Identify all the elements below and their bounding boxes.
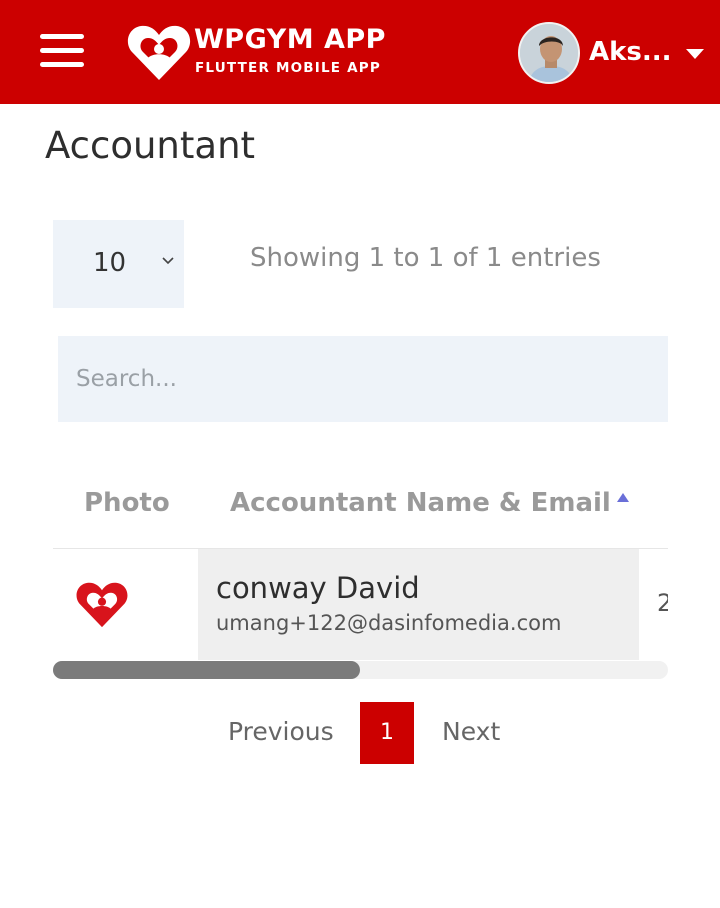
column-header-name-email[interactable]: Accountant Name & Email xyxy=(230,488,611,518)
heart-logo-icon xyxy=(127,25,191,80)
pagination: Previous 1 Next xyxy=(0,702,720,764)
user-menu[interactable]: Aks... xyxy=(518,22,708,84)
caret-down-icon[interactable] xyxy=(686,49,704,59)
previous-button[interactable]: Previous xyxy=(228,717,334,746)
page-1-button[interactable]: 1 xyxy=(360,702,414,764)
scrollbar-thumb[interactable] xyxy=(53,661,360,679)
chevron-down-icon xyxy=(162,257,174,265)
app-title: WPGYM APP xyxy=(194,24,386,55)
heart-logo-icon xyxy=(76,582,128,628)
accountant-email: umang+122@dasinfomedia.com xyxy=(216,611,562,635)
next-column-cell: 2 xyxy=(657,589,668,617)
app-subtitle: FLUTTER MOBILE APP xyxy=(195,60,381,76)
horizontal-scrollbar[interactable] xyxy=(53,661,668,679)
entries-length-value: 10 xyxy=(93,248,127,278)
table-info-text: Showing 1 to 1 of 1 entries xyxy=(250,243,601,273)
table-row[interactable]: conway David umang+122@dasinfomedia.com … xyxy=(53,549,668,660)
photo-cell xyxy=(53,549,198,660)
search-input[interactable] xyxy=(58,336,668,422)
sort-ascending-icon[interactable] xyxy=(617,493,629,502)
page-title: Accountant xyxy=(45,124,256,167)
app-header: WPGYM APP FLUTTER MOBILE APP Aks... xyxy=(0,0,720,104)
user-name: Aks... xyxy=(589,37,672,67)
menu-icon[interactable] xyxy=(40,34,84,70)
avatar[interactable] xyxy=(518,22,580,84)
app-logo: WPGYM APP FLUTTER MOBILE APP xyxy=(126,22,396,84)
accountant-name: conway David xyxy=(216,571,420,605)
entries-length-select[interactable]: 10 xyxy=(53,220,184,308)
column-header-photo: Photo xyxy=(84,488,170,518)
name-email-cell: conway David umang+122@dasinfomedia.com xyxy=(198,549,639,660)
accountant-table: Photo Accountant Name & Email conway Dav… xyxy=(53,460,668,660)
next-button[interactable]: Next xyxy=(442,717,500,746)
